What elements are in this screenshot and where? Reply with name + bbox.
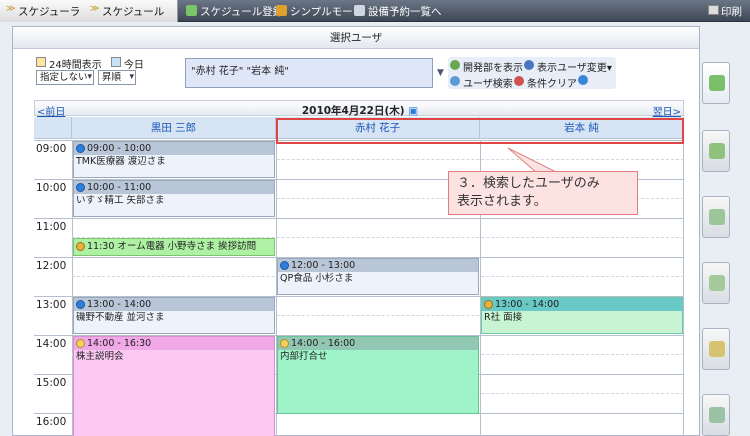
month-icon — [709, 341, 725, 357]
info-icon — [76, 300, 85, 309]
clock-icon — [36, 57, 46, 67]
user-box-dropdown-icon[interactable]: ▼ — [437, 68, 444, 78]
sort-order-select[interactable]: 昇順 — [98, 70, 136, 85]
change-users-button[interactable]: 表示ユーザ変更▾ — [524, 59, 612, 74]
event-card[interactable]: 13:00 - 14:00 磯野不動産 並河さま — [73, 297, 275, 334]
callout: ３．検索したユーザのみ 表示されます。 — [448, 171, 638, 215]
help-icon[interactable] — [578, 75, 588, 88]
time-column-header — [34, 117, 72, 139]
week-icon — [709, 275, 725, 291]
simple-mode-icon — [276, 5, 287, 16]
sort-field-select[interactable]: 指定しない — [36, 70, 94, 85]
calendar-nav: <前日 2010年4月22日(木) ▣ 翌日> — [34, 100, 684, 118]
callout-pointer — [507, 147, 557, 173]
action-area: 開発部を表示 表示ユーザ変更▾ ユーザ検索 条件クリア — [448, 57, 616, 90]
user-change-icon — [524, 60, 534, 70]
highlight-box — [276, 118, 684, 144]
user-header-kuroda[interactable]: 黒田 三郎 — [72, 117, 276, 139]
hour-label: 15:00 — [36, 377, 67, 389]
search-icon — [450, 76, 460, 86]
event-card[interactable]: 13:00 - 14:00 R社 面接 — [481, 297, 683, 334]
group-icon — [709, 143, 725, 159]
menu-simple-mode[interactable]: シンプルモード — [276, 4, 363, 19]
user-search-button[interactable]: ユーザ検索 — [450, 75, 513, 90]
view-group-button[interactable] — [702, 130, 730, 172]
view-single-day-button[interactable] — [702, 196, 730, 238]
info-icon — [76, 183, 85, 192]
list-icon — [354, 5, 365, 16]
top-bar: スケジューラ スケジュール スケジュール登録 シンプルモード 設備予約一覧へ 印… — [0, 0, 750, 22]
info-icon — [280, 261, 289, 270]
event-card[interactable]: 10:00 - 11:00 いすゞ精工 矢部さま — [73, 180, 275, 217]
view-multi-user-button[interactable] — [702, 62, 730, 104]
panel-title: 選択ユーザ — [13, 27, 699, 49]
event-card[interactable]: 09:00 - 10:00 TMK医療器 渡辺さま — [73, 141, 275, 178]
hour-label: 16:00 — [36, 416, 67, 428]
date-picker-icon[interactable]: ▣ — [408, 105, 418, 117]
hour-label: 13:00 — [36, 299, 67, 311]
view-switcher — [702, 62, 750, 436]
multi-user-icon — [709, 75, 725, 91]
info-icon — [76, 144, 85, 153]
event-card[interactable]: 14:00 - 16:30 株主説明会 — [73, 336, 275, 436]
chevron-down-icon: ▾ — [606, 63, 612, 74]
crumb-schedule[interactable]: スケジュール — [90, 4, 164, 19]
view-week-button[interactable] — [702, 262, 730, 304]
meeting-icon — [280, 339, 289, 348]
clear-icon — [514, 76, 524, 86]
hour-label: 14:00 — [36, 338, 67, 350]
view-list-button[interactable] — [702, 394, 730, 436]
clear-button[interactable]: 条件クリア — [514, 75, 577, 90]
hour-label: 10:00 — [36, 182, 67, 194]
selected-users-box[interactable]: "赤村 花子" "岩本 純" — [185, 58, 433, 88]
next-day-link[interactable]: 翌日> — [653, 103, 681, 118]
menu-schedule-register[interactable]: スケジュール登録 — [186, 4, 283, 19]
hour-label: 11:00 — [36, 221, 67, 233]
today-icon — [110, 57, 121, 67]
calendar-date: 2010年4月22日(木) ▣ — [301, 105, 419, 117]
users-icon — [450, 60, 460, 70]
event-card[interactable]: 14:00 - 16:00 内部打合せ — [277, 336, 479, 414]
hour-label: 09:00 — [36, 143, 67, 155]
crumb-scheduler[interactable]: スケジューラ — [6, 4, 80, 19]
user-icon — [709, 209, 725, 225]
calendar-add-icon — [186, 5, 197, 16]
list-view-icon — [709, 407, 725, 423]
breadcrumb: スケジューラ スケジュール — [0, 0, 178, 22]
print-button[interactable]: 印刷 — [708, 4, 742, 19]
visit-icon — [76, 242, 85, 251]
printer-icon — [708, 5, 719, 15]
menu-equipment-list[interactable]: 設備予約一覧へ — [354, 4, 442, 19]
view-month-button[interactable] — [702, 328, 730, 370]
event-card[interactable]: 11:30 オーム電器 小野寺さま 挨拶訪問 — [73, 238, 275, 256]
hour-label: 12:00 — [36, 260, 67, 272]
interview-icon — [484, 300, 493, 309]
event-card[interactable]: 12:00 - 13:00 QP食品 小杉さま — [277, 258, 479, 295]
meeting-icon — [76, 339, 85, 348]
toggle-24h[interactable]: 24時間表示 — [36, 56, 102, 71]
show-dept-button[interactable]: 開発部を表示 — [450, 59, 523, 74]
today-button[interactable]: 今日 — [110, 56, 144, 71]
